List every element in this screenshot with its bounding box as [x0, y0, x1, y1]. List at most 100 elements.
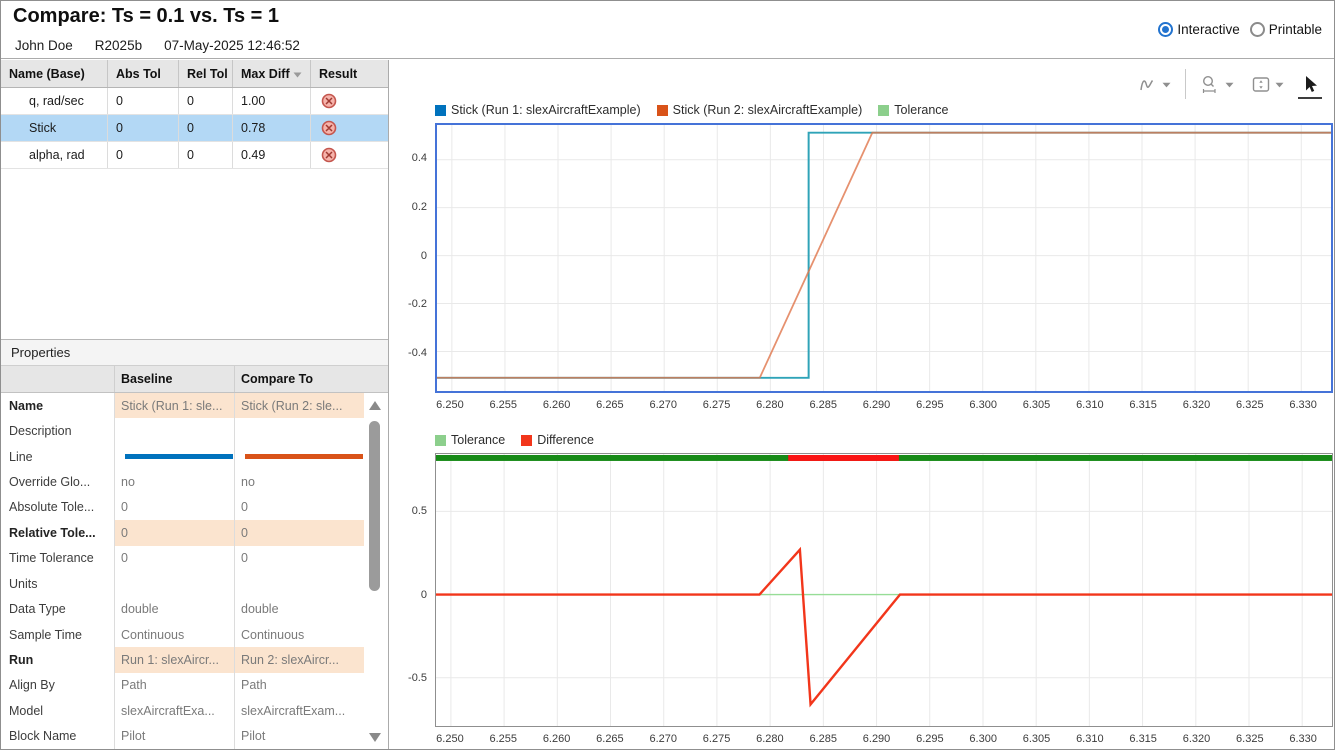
legend-item[interactable]: Stick (Run 2: slexAircraftExample) — [657, 103, 863, 117]
x-tick-label: 6.250 — [426, 399, 474, 411]
x-tick-label: 6.305 — [1013, 399, 1061, 411]
plot-toolbar — [1135, 65, 1322, 103]
chevron-down-icon — [1162, 82, 1171, 88]
baseline-line-swatch-cell[interactable] — [114, 444, 234, 469]
compare-value-cell[interactable] — [234, 571, 364, 596]
baseline-value-cell[interactable]: double — [114, 596, 234, 621]
radio-printable[interactable]: Printable — [1250, 22, 1322, 37]
y-tick-label: 0.4 — [389, 151, 427, 165]
zoom-measure-icon — [1200, 74, 1222, 96]
scrollbar-thumb[interactable] — [369, 421, 380, 591]
rel-tol-cell: 0 — [179, 88, 233, 114]
column-header-label: Max Diff — [241, 67, 290, 81]
fit-view-button[interactable] — [1248, 69, 1286, 99]
baseline-value-cell[interactable]: 0 — [114, 520, 234, 545]
x-tick-label: 6.260 — [533, 733, 581, 745]
legend-item[interactable]: Tolerance — [878, 103, 948, 117]
baseline-value-cell[interactable] — [114, 571, 234, 596]
baseline-value-cell[interactable]: Run 1: slexAircr... — [114, 647, 234, 672]
baseline-value-cell[interactable]: slexAircraftExa... — [114, 698, 234, 723]
property-row: Description — [1, 418, 364, 443]
legend-label: Tolerance — [894, 103, 948, 117]
legend-label: Stick (Run 2: slexAircraftExample) — [673, 103, 863, 117]
baseline-line-swatch — [125, 454, 233, 459]
signal-style-button[interactable] — [1135, 69, 1173, 99]
max-diff-cell: 1.00 — [233, 88, 311, 114]
scroll-down-arrow-icon[interactable] — [369, 733, 381, 742]
legend-swatch-icon — [521, 435, 532, 446]
x-tick-label: 6.250 — [426, 733, 474, 745]
property-row: Block NamePilotPilot — [1, 723, 364, 748]
compare-value-cell[interactable]: Continuous — [234, 622, 364, 647]
baseline-value-cell[interactable]: Continuous — [114, 622, 234, 647]
x-tick-label: 6.330 — [1279, 733, 1327, 745]
x-tick-label: 6.295 — [906, 399, 954, 411]
column-header-rel-tol[interactable]: Rel Tol — [179, 60, 233, 87]
baseline-value-cell[interactable]: 0 — [114, 546, 234, 571]
baseline-value-cell[interactable]: Path — [114, 673, 234, 698]
compare-value-cell[interactable]: 0 — [234, 520, 364, 545]
x-tick-label: 6.325 — [1226, 399, 1274, 411]
legend-swatch-icon — [435, 435, 446, 446]
compare-value-cell[interactable]: 0 — [234, 546, 364, 571]
compare-value-cell[interactable]: 0 — [234, 495, 364, 520]
rel-tol-cell: 0 — [179, 142, 233, 168]
baseline-value-cell[interactable]: Pilot — [114, 723, 234, 748]
author-name: John Doe — [15, 38, 73, 53]
compare-value-cell[interactable]: double — [234, 596, 364, 621]
table-row[interactable]: alpha, rad000.49 — [1, 142, 388, 169]
legend-item[interactable]: Stick (Run 1: slexAircraftExample) — [435, 103, 641, 117]
compare-value-cell[interactable]: no — [234, 469, 364, 494]
comparison-plot-area[interactable] — [435, 123, 1333, 393]
pointer-icon — [1300, 74, 1320, 94]
compare-value-cell[interactable]: Pilot — [234, 723, 364, 748]
report-timestamp: 07-May-2025 12:46:52 — [164, 38, 300, 53]
max-diff-cell: 0.78 — [233, 115, 311, 141]
compare-value-cell[interactable]: Path — [234, 673, 364, 698]
column-header-compare-to: Compare To — [234, 366, 364, 392]
property-row: ModelslexAircraftExa...slexAircraftExam.… — [1, 698, 364, 723]
x-tick-label: 6.255 — [479, 399, 527, 411]
signals-table-body: q, rad/sec001.00Stick000.78alpha, rad000… — [1, 88, 388, 169]
radio-printable-label: Printable — [1269, 22, 1322, 37]
legend-label: Difference — [537, 433, 594, 447]
table-row[interactable]: Stick000.78 — [1, 115, 388, 142]
x-tick-label: 6.320 — [1172, 399, 1220, 411]
x-tick-label: 6.305 — [1013, 733, 1061, 745]
difference-plot-area[interactable] — [435, 453, 1333, 727]
zoom-measure-button[interactable] — [1198, 69, 1236, 99]
compare-value-cell[interactable]: Run 2: slexAircr... — [234, 647, 364, 672]
baseline-value-cell[interactable]: 0 — [114, 495, 234, 520]
baseline-value-cell[interactable] — [114, 418, 234, 443]
series-line-difference[interactable] — [436, 550, 1332, 705]
legend-item[interactable]: Difference — [521, 433, 594, 447]
column-header-name-base-[interactable]: Name (Base) — [1, 60, 108, 87]
legend-item[interactable]: Tolerance — [435, 433, 505, 447]
abs-tol-cell: 0 — [108, 142, 179, 168]
x-tick-label: 6.300 — [959, 399, 1007, 411]
baseline-value-cell[interactable]: no — [114, 469, 234, 494]
radio-interactive[interactable]: Interactive — [1158, 22, 1239, 37]
table-row[interactable]: q, rad/sec001.00 — [1, 88, 388, 115]
property-row: Align ByPathPath — [1, 673, 364, 698]
property-row: Override Glo...nono — [1, 469, 364, 494]
property-row: Units — [1, 571, 364, 596]
column-header-abs-tol[interactable]: Abs Tol — [108, 60, 179, 87]
compare-value-cell[interactable]: Stick (Run 2: sle... — [234, 393, 364, 418]
pointer-tool-button[interactable] — [1298, 69, 1322, 99]
scroll-up-arrow-icon[interactable] — [369, 401, 381, 410]
baseline-value-cell[interactable]: Stick (Run 1: sle... — [114, 393, 234, 418]
property-row: Time Tolerance00 — [1, 546, 364, 571]
result-cell — [311, 115, 388, 141]
column-header-label: Abs Tol — [116, 67, 161, 81]
compare-line-swatch — [245, 454, 363, 459]
x-tick-label: 6.285 — [799, 399, 847, 411]
column-header-result[interactable]: Result — [311, 60, 388, 87]
x-tick-label: 6.280 — [746, 399, 794, 411]
left-panel: Name (Base)Abs TolRel TolMax DiffResult … — [1, 60, 389, 750]
x-tick-label: 6.330 — [1279, 399, 1327, 411]
compare-value-cell[interactable] — [234, 418, 364, 443]
column-header-max-diff[interactable]: Max Diff — [233, 60, 311, 87]
compare-line-swatch-cell[interactable] — [234, 444, 364, 469]
compare-value-cell[interactable]: slexAircraftExam... — [234, 698, 364, 723]
